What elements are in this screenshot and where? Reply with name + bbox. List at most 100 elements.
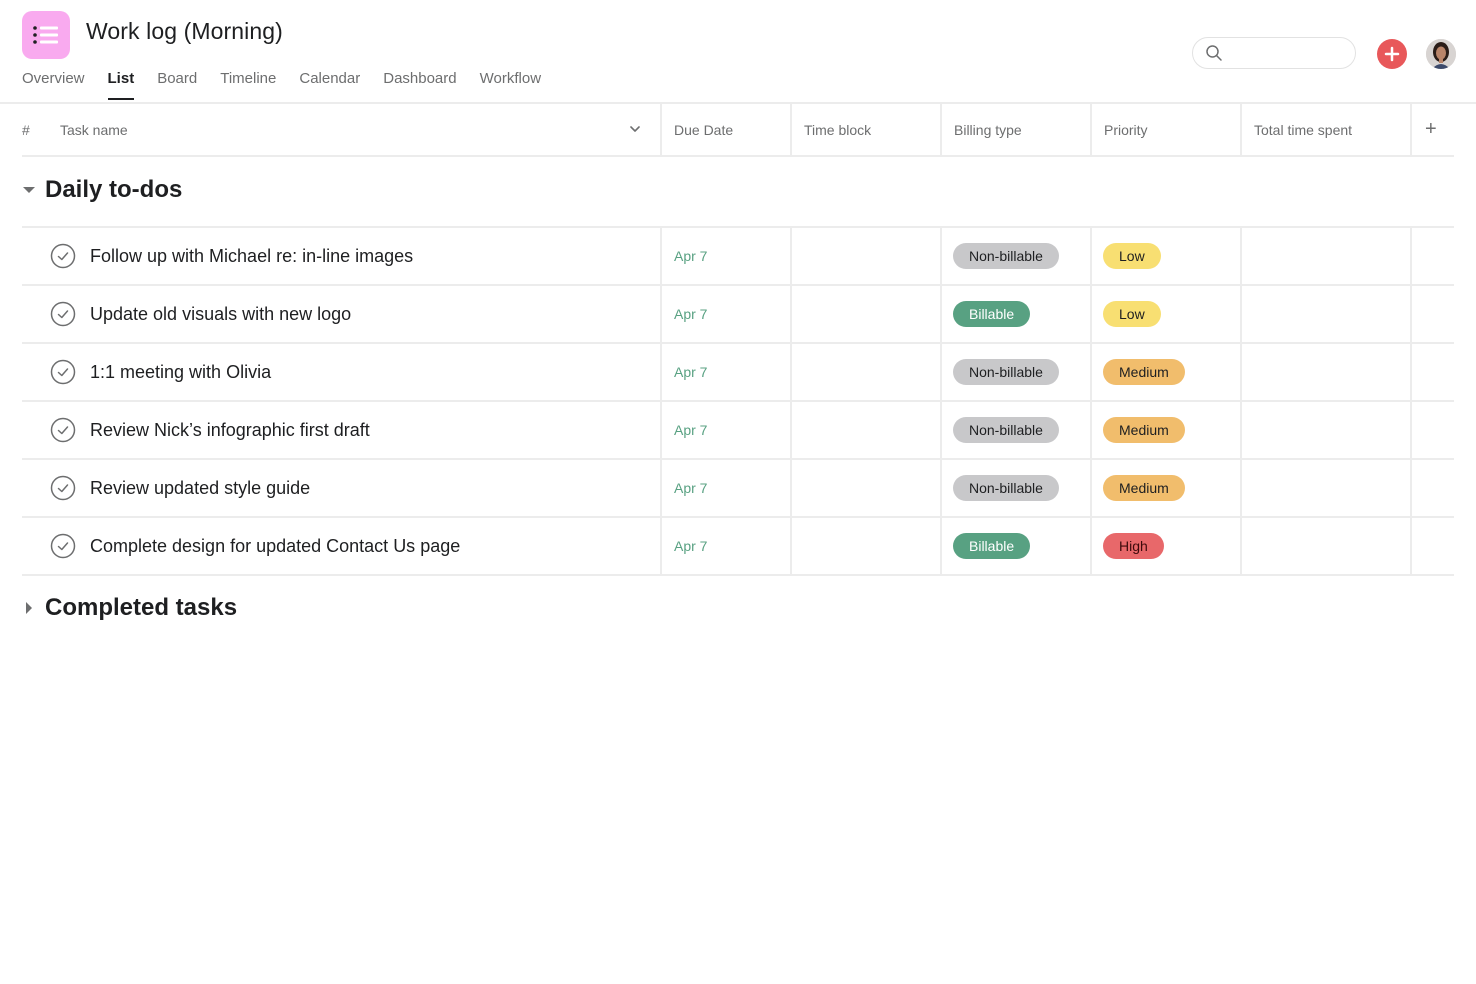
task-row[interactable]: Follow up with Michael re: in-line image… <box>22 228 1454 286</box>
task-name-cell[interactable]: Review Nick’s infographic first draft <box>22 402 662 458</box>
priority-cell[interactable]: Low <box>1092 286 1242 342</box>
task-name: Follow up with Michael re: in-line image… <box>90 245 414 266</box>
task-name: Update old visuals with new logo <box>90 303 352 324</box>
priority-badge: Medium <box>1103 359 1185 385</box>
chevron-down-icon[interactable] <box>628 122 642 136</box>
task-name: Review updated style guide <box>90 477 311 498</box>
project-header: Work log (Morning) Overview List Board T… <box>0 0 1476 104</box>
complete-check-icon[interactable] <box>50 243 76 269</box>
column-due-date[interactable]: Due Date <box>662 104 792 155</box>
due-date-cell[interactable]: Apr 7 <box>662 344 792 400</box>
task-row[interactable]: Review Nick’s infographic first draft Ap… <box>22 402 1454 460</box>
caret-down-icon[interactable] <box>22 183 36 197</box>
task-row[interactable]: Update old visuals with new logo Apr 7 B… <box>22 286 1454 344</box>
due-date-cell[interactable]: Apr 7 <box>662 286 792 342</box>
task-name: Review Nick’s infographic first draft <box>90 419 370 440</box>
priority-badge: Medium <box>1103 417 1185 443</box>
task-list: Follow up with Michael re: in-line image… <box>22 226 1454 576</box>
priority-cell[interactable]: Medium <box>1092 460 1242 516</box>
time-block-cell[interactable] <box>792 460 942 516</box>
time-block-cell[interactable] <box>792 228 942 284</box>
priority-cell[interactable]: Medium <box>1092 402 1242 458</box>
priority-cell[interactable]: Low <box>1092 228 1242 284</box>
section-title: Daily to-dos <box>45 176 183 203</box>
priority-cell[interactable]: Medium <box>1092 344 1242 400</box>
priority-cell[interactable]: High <box>1092 518 1242 574</box>
column-number-label: # <box>22 121 30 138</box>
search-input[interactable] <box>1229 42 1347 64</box>
caret-right-icon[interactable] <box>22 601 36 615</box>
tab-timeline[interactable]: Timeline <box>220 70 276 99</box>
priority-badge: Medium <box>1103 475 1185 501</box>
total-time-cell[interactable] <box>1242 344 1412 400</box>
due-date-cell[interactable]: Apr 7 <box>662 460 792 516</box>
billing-badge: Billable <box>953 533 1031 559</box>
complete-check-icon[interactable] <box>50 359 76 385</box>
billing-type-cell[interactable]: Non-billable <box>942 460 1092 516</box>
extra-cell <box>1412 518 1454 574</box>
task-name-cell[interactable]: Update old visuals with new logo <box>22 286 662 342</box>
billing-type-cell[interactable]: Non-billable <box>942 344 1092 400</box>
time-block-cell[interactable] <box>792 344 942 400</box>
task-row[interactable]: Review updated style guide Apr 7 Non-bil… <box>22 460 1454 518</box>
priority-badge: High <box>1103 533 1164 559</box>
billing-badge: Billable <box>953 301 1031 327</box>
tab-overview[interactable]: Overview <box>22 70 85 99</box>
tab-list[interactable]: List <box>107 70 134 100</box>
tab-dashboard[interactable]: Dashboard <box>383 70 456 99</box>
extra-cell <box>1412 344 1454 400</box>
section-header-daily-todos[interactable]: Daily to-dos <box>22 176 182 204</box>
task-row[interactable]: Complete design for updated Contact Us p… <box>22 518 1454 576</box>
time-block-cell[interactable] <box>792 286 942 342</box>
priority-badge: Low <box>1103 243 1161 269</box>
column-task-name[interactable]: # Task name <box>22 104 662 155</box>
priority-badge: Low <box>1103 301 1161 327</box>
complete-check-icon[interactable] <box>50 475 76 501</box>
time-block-cell[interactable] <box>792 402 942 458</box>
project-icon[interactable] <box>22 11 70 59</box>
task-name-cell[interactable]: Complete design for updated Contact Us p… <box>22 518 662 574</box>
project-tabs: Overview List Board Timeline Calendar Da… <box>22 70 564 100</box>
total-time-cell[interactable] <box>1242 286 1412 342</box>
billing-type-cell[interactable]: Non-billable <box>942 402 1092 458</box>
column-task-name-label: Task name <box>60 121 128 138</box>
complete-check-icon[interactable] <box>50 417 76 443</box>
project-title: Work log (Morning) <box>86 18 283 44</box>
tab-board[interactable]: Board <box>157 70 197 99</box>
task-name-cell[interactable]: 1:1 meeting with Olivia <box>22 344 662 400</box>
billing-badge: Non-billable <box>953 359 1059 385</box>
task-name-cell[interactable]: Review updated style guide <box>22 460 662 516</box>
billing-type-cell[interactable]: Billable <box>942 518 1092 574</box>
section-header-completed-tasks[interactable]: Completed tasks <box>22 594 237 622</box>
total-time-cell[interactable] <box>1242 402 1412 458</box>
complete-check-icon[interactable] <box>50 301 76 327</box>
tab-workflow[interactable]: Workflow <box>480 70 541 99</box>
tab-calendar[interactable]: Calendar <box>299 70 360 99</box>
complete-check-icon[interactable] <box>50 533 76 559</box>
task-row[interactable]: 1:1 meeting with Olivia Apr 7 Non-billab… <box>22 344 1454 402</box>
column-billing-type[interactable]: Billing type <box>942 104 1092 155</box>
column-headers: # Task name Due Date Time block Billing … <box>22 104 1454 157</box>
due-date-cell[interactable]: Apr 7 <box>662 518 792 574</box>
user-avatar[interactable] <box>1426 39 1456 69</box>
plus-icon <box>1384 46 1400 62</box>
billing-type-cell[interactable]: Non-billable <box>942 228 1092 284</box>
due-date-cell[interactable]: Apr 7 <box>662 228 792 284</box>
column-total-time-spent[interactable]: Total time spent <box>1242 104 1412 155</box>
search-icon <box>1206 45 1222 61</box>
column-time-block[interactable]: Time block <box>792 104 942 155</box>
add-column-button[interactable]: + <box>1412 104 1452 155</box>
extra-cell <box>1412 402 1454 458</box>
search-bar[interactable] <box>1192 37 1356 69</box>
time-block-cell[interactable] <box>792 518 942 574</box>
due-date-cell[interactable]: Apr 7 <box>662 402 792 458</box>
total-time-cell[interactable] <box>1242 228 1412 284</box>
total-time-cell[interactable] <box>1242 518 1412 574</box>
column-priority[interactable]: Priority <box>1092 104 1242 155</box>
billing-badge: Non-billable <box>953 417 1059 443</box>
section-title: Completed tasks <box>45 594 238 621</box>
task-name-cell[interactable]: Follow up with Michael re: in-line image… <box>22 228 662 284</box>
quick-add-button[interactable] <box>1377 39 1407 69</box>
total-time-cell[interactable] <box>1242 460 1412 516</box>
billing-type-cell[interactable]: Billable <box>942 286 1092 342</box>
